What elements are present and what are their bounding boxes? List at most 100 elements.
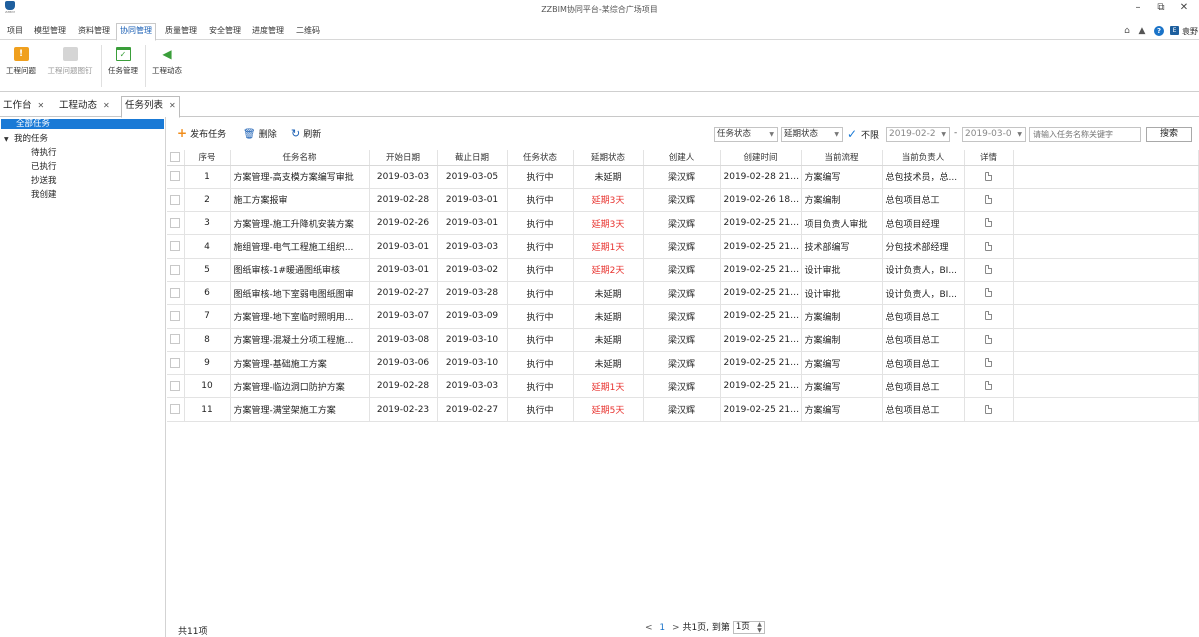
tree-item-pending[interactable]: 待执行	[31, 148, 57, 158]
spinner-icon[interactable]: ▲ ▼	[757, 622, 762, 634]
total-pages: 共1页,	[682, 623, 710, 633]
menu-item-model[interactable]: 模型管理	[31, 24, 69, 39]
bell-icon[interactable]: ▲	[1136, 26, 1148, 37]
menu-item-schedule[interactable]: 进度管理	[249, 24, 287, 39]
user-avatar[interactable]: E	[1170, 26, 1179, 35]
column-header[interactable]: 任务名称	[230, 150, 370, 166]
tree-item-all-tasks[interactable]: 全部任务	[1, 119, 164, 129]
row-checkbox[interactable]	[167, 211, 185, 236]
row-checkbox[interactable]	[167, 234, 185, 259]
engineering-issue-button[interactable]: ! 工程问题	[5, 47, 37, 76]
menu-item-qrcode[interactable]: 二维码	[293, 24, 323, 39]
table-row[interactable]: 6 图纸审核-地下室弱电图纸图审 2019-02-27 2019-03-28 执行中 未延…	[167, 281, 1199, 306]
table-row[interactable]: 9 方案管理-基础施工方案 2019-03-06 2019-03-10 执行中 未延期 梁汉…	[167, 351, 1199, 376]
refresh-button[interactable]: ↻ 刷新	[291, 127, 321, 140]
delay-status-cell: 延期1天	[573, 374, 644, 399]
pagination: < 1 > 共1页, 到第 1页 ▲ ▼	[645, 621, 765, 635]
tree-item-created-by-me[interactable]: 我创建	[31, 190, 57, 200]
expand-arrow-icon[interactable]: ▼	[4, 135, 14, 145]
row-checkbox[interactable]	[167, 281, 185, 306]
column-header[interactable]: 创建人	[643, 150, 721, 166]
row-checkbox[interactable]	[167, 304, 185, 329]
search-button[interactable]: 搜索	[1146, 127, 1192, 142]
table-row[interactable]: 4 施组管理-电气工程施工组织... 2019-03-01 2019-03-03 执行中…	[167, 234, 1199, 259]
table-row[interactable]: 7 方案管理-地下室临时照明用... 2019-03-07 2019-03-09 执行中…	[167, 304, 1199, 329]
column-header[interactable]: 序号	[184, 150, 231, 166]
menu-item-collab[interactable]: 协同管理	[116, 23, 156, 41]
tree-item-my-tasks[interactable]: ▼ 我的任务	[4, 134, 48, 145]
publish-task-button[interactable]: + 发布任务	[177, 127, 226, 140]
issue-pin-button[interactable]: 工程问题图钉	[44, 47, 96, 76]
column-header[interactable]: 延期状态	[573, 150, 644, 166]
detail-cell	[964, 281, 1014, 306]
menu-item-docs[interactable]: 资料管理	[75, 24, 113, 39]
menu-item-safety[interactable]: 安全管理	[206, 24, 244, 39]
row-checkbox[interactable]	[167, 397, 185, 422]
table-row[interactable]: 5 图纸审核-1#暖通图纸审核 2019-03-01 2019-03-02 执行中 延期2…	[167, 258, 1199, 282]
prev-page-button[interactable]: <	[645, 623, 653, 633]
minimize-icon[interactable]: –	[1130, 2, 1146, 13]
table-row[interactable]: 1 方案管理-高支模方案编写审批 2019-03-03 2019-03-05 执行中 未延…	[167, 165, 1199, 189]
end-date-cell: 2019-03-02	[437, 258, 508, 282]
menu-item-quality[interactable]: 质量管理	[162, 24, 200, 39]
user-name[interactable]: 袁野	[1182, 26, 1198, 37]
menu-item-project[interactable]: 项目	[4, 24, 26, 39]
row-checkbox[interactable]	[167, 165, 185, 189]
table-row[interactable]: 8 方案管理-混凝土分项工程施... 2019-03-08 2019-03-10 执行中…	[167, 328, 1199, 352]
table-row[interactable]: 11 方案管理-满堂架施工方案 2019-02-23 2019-02-27 执行中 延期5…	[167, 397, 1199, 422]
document-icon[interactable]	[985, 404, 992, 414]
delay-status-select[interactable]: 延期状态 ▼	[781, 127, 843, 142]
table-row[interactable]: 3 方案管理-施工升降机安装方案 2019-02-26 2019-03-01 执行中 延期…	[167, 211, 1199, 236]
document-icon[interactable]	[985, 381, 992, 391]
document-icon[interactable]	[985, 288, 992, 298]
document-icon[interactable]	[985, 171, 992, 181]
row-checkbox[interactable]	[167, 258, 185, 282]
table-row[interactable]: 10 方案管理-临边洞口防护方案 2019-02-28 2019-03-03 执行中 延期…	[167, 374, 1199, 399]
document-icon[interactable]	[985, 218, 992, 228]
document-icon[interactable]	[985, 264, 992, 274]
restore-icon[interactable]: ⧉	[1153, 2, 1169, 13]
date-to-picker[interactable]: 2019-03-0 ▼	[962, 127, 1026, 142]
task-management-button[interactable]: ✓ 任务管理	[106, 47, 140, 76]
column-header[interactable]: 任务状态	[507, 150, 574, 166]
current-page[interactable]: 1	[659, 623, 665, 633]
tab-project-news[interactable]: 工程动态 ✕	[56, 97, 113, 117]
column-header[interactable]: 详情	[964, 150, 1014, 166]
table-row[interactable]: 2 施工方案报审 2019-02-28 2019-03-01 执行中 延期3天 梁汉辉 201…	[167, 188, 1199, 213]
help-icon[interactable]: ?	[1154, 26, 1164, 36]
column-header[interactable]: 截止日期	[437, 150, 508, 166]
close-tab-icon[interactable]: ✕	[38, 101, 45, 110]
column-header[interactable]: 当前负责人	[882, 150, 965, 166]
creator-cell: 梁汉辉	[643, 397, 721, 422]
document-icon[interactable]	[985, 358, 992, 368]
next-page-button[interactable]: >	[672, 623, 680, 633]
document-icon[interactable]	[985, 241, 992, 251]
close-tab-icon[interactable]: ✕	[103, 101, 110, 110]
column-header[interactable]: 开始日期	[369, 150, 438, 166]
column-header[interactable]: 当前流程	[801, 150, 883, 166]
task-name-search-input[interactable]	[1029, 127, 1141, 142]
unlimited-checkbox[interactable]: ✓	[847, 128, 859, 140]
page-select[interactable]: 1页 ▲ ▼	[732, 621, 765, 634]
tree-item-cc-me[interactable]: 抄送我	[31, 176, 57, 186]
row-checkbox[interactable]	[167, 188, 185, 213]
close-icon[interactable]: ✕	[1176, 2, 1192, 13]
project-news-button[interactable]: ◀ 工程动态	[150, 47, 184, 76]
home-icon[interactable]: ⌂	[1121, 26, 1133, 37]
column-header[interactable]: 创建时间	[720, 150, 802, 166]
document-icon[interactable]	[985, 311, 992, 321]
select-all-checkbox[interactable]	[167, 150, 185, 166]
document-icon[interactable]	[985, 334, 992, 344]
close-tab-icon[interactable]: ✕	[169, 101, 176, 110]
row-checkbox[interactable]	[167, 374, 185, 399]
tree-item-executed[interactable]: 已执行	[31, 162, 57, 172]
date-from-picker[interactable]: 2019-02-2 ▼	[886, 127, 950, 142]
tab-workbench[interactable]: 工作台 ✕	[0, 97, 47, 117]
delete-button[interactable]: 🗑 删除	[243, 127, 277, 140]
row-checkbox[interactable]	[167, 351, 185, 376]
current-flow-cell: 方案编写	[801, 165, 883, 189]
row-checkbox[interactable]	[167, 328, 185, 352]
task-status-select[interactable]: 任务状态 ▼	[714, 127, 778, 142]
tab-task-list[interactable]: 任务列表 ✕	[121, 96, 180, 118]
document-icon[interactable]	[985, 194, 992, 204]
